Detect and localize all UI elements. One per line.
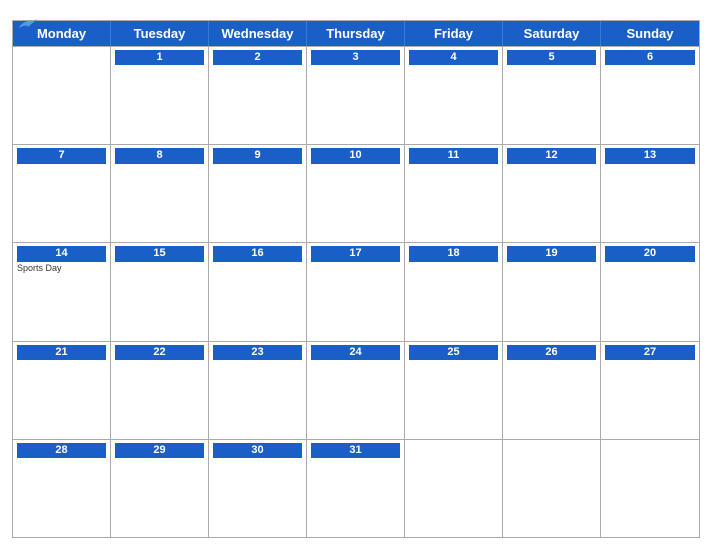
day-cell: 11 (405, 145, 503, 242)
day-cell: 2 (209, 47, 307, 144)
week-row-3: 14 Sports Day 15 16 17 18 19 20 (13, 242, 699, 340)
day-cell (601, 440, 699, 537)
day-number: 12 (507, 148, 596, 163)
day-cell: 12 (503, 145, 601, 242)
day-cell: 26 (503, 342, 601, 439)
day-number: 7 (17, 148, 106, 163)
day-number: 2 (213, 50, 302, 65)
day-number: 20 (605, 246, 695, 261)
day-cell: 10 (307, 145, 405, 242)
day-number: 26 (507, 345, 596, 360)
day-cell: 24 (307, 342, 405, 439)
week-row-2: 789 10 11 12 13 (13, 144, 699, 242)
day-number: 19 (507, 246, 596, 261)
day-event: Sports Day (17, 263, 106, 274)
day-headers: MondayTuesdayWednesdayThursdayFridaySatu… (13, 21, 699, 46)
day-number: 24 (311, 345, 400, 360)
day-number: 30 (213, 443, 302, 458)
day-number: 15 (115, 246, 204, 261)
day-cell: 1 (111, 47, 209, 144)
day-header-wednesday: Wednesday (209, 21, 307, 46)
day-cell: 21 (13, 342, 111, 439)
day-number: 29 (115, 443, 204, 458)
week-row-1: 123456 (13, 46, 699, 144)
day-number: 22 (115, 345, 204, 360)
day-header-thursday: Thursday (307, 21, 405, 46)
week-row-5: 28 29 30 31 (13, 439, 699, 537)
logo (12, 14, 43, 34)
day-cell: 23 (209, 342, 307, 439)
calendar: MondayTuesdayWednesdayThursdayFridaySatu… (12, 20, 700, 538)
day-number: 16 (213, 246, 302, 261)
day-cell: 25 (405, 342, 503, 439)
day-number: 31 (311, 443, 400, 458)
day-number: 17 (311, 246, 400, 261)
day-cell: 15 (111, 243, 209, 340)
day-cell: 14 Sports Day (13, 243, 111, 340)
day-cell: 9 (209, 145, 307, 242)
day-cell: 30 (209, 440, 307, 537)
day-cell (503, 440, 601, 537)
day-cell: 20 (601, 243, 699, 340)
day-number: 9 (213, 148, 302, 163)
day-header-tuesday: Tuesday (111, 21, 209, 46)
day-cell (13, 47, 111, 144)
calendar-body: 1234567891011121314Sports Day15161718192… (13, 46, 699, 537)
day-number: 14 (17, 246, 106, 261)
day-number: 10 (311, 148, 400, 163)
day-number: 21 (17, 345, 106, 360)
day-cell: 19 (503, 243, 601, 340)
day-number: 27 (605, 345, 695, 360)
day-cell: 6 (601, 47, 699, 144)
day-number: 4 (409, 50, 498, 65)
day-number: 11 (409, 148, 498, 163)
day-cell (405, 440, 503, 537)
day-cell: 22 (111, 342, 209, 439)
day-number: 6 (605, 50, 695, 65)
day-cell: 16 (209, 243, 307, 340)
day-number: 25 (409, 345, 498, 360)
day-cell: 8 (111, 145, 209, 242)
day-number: 18 (409, 246, 498, 261)
week-row-4: 21 22 23 24 25 26 27 (13, 341, 699, 439)
day-cell: 29 (111, 440, 209, 537)
day-number: 23 (213, 345, 302, 360)
day-cell: 4 (405, 47, 503, 144)
day-number: 8 (115, 148, 204, 163)
day-number: 28 (17, 443, 106, 458)
day-number: 1 (115, 50, 204, 65)
day-cell: 7 (13, 145, 111, 242)
day-cell: 17 (307, 243, 405, 340)
day-cell: 28 (13, 440, 111, 537)
day-header-friday: Friday (405, 21, 503, 46)
day-number: 5 (507, 50, 596, 65)
day-cell: 13 (601, 145, 699, 242)
day-header-saturday: Saturday (503, 21, 601, 46)
day-number: 13 (605, 148, 695, 163)
day-cell: 31 (307, 440, 405, 537)
day-number: 3 (311, 50, 400, 65)
logo-bird-icon (12, 14, 40, 34)
day-header-sunday: Sunday (601, 21, 699, 46)
day-cell: 27 (601, 342, 699, 439)
day-cell: 3 (307, 47, 405, 144)
day-cell: 5 (503, 47, 601, 144)
day-cell: 18 (405, 243, 503, 340)
